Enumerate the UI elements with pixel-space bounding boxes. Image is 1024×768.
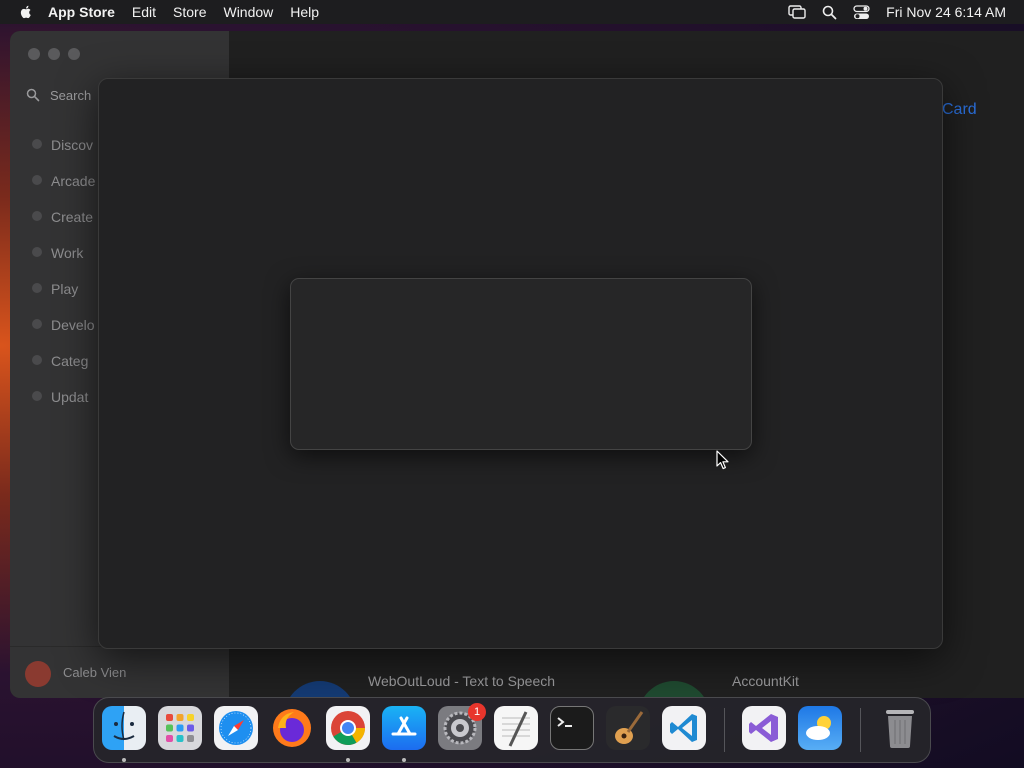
textedit-icon [502,711,530,747]
running-indicator [402,758,406,762]
chrome-icon [331,711,365,745]
trash-icon [886,710,914,748]
dock-safari[interactable] [214,706,258,750]
notification-badge: 1 [468,703,486,721]
dock-textedit[interactable] [494,706,538,750]
play-icon [32,283,42,293]
menu-clock[interactable]: Fri Nov 24 6:14 AM [886,4,1006,20]
loading-dialog [290,278,752,450]
launchpad-icon [166,714,194,742]
account-name: Caleb Vien [63,665,127,680]
weather-icon [806,716,831,740]
search-placeholder: Search [50,87,92,103]
dock [93,697,931,763]
app-icon-webout-loud[interactable] [284,681,356,698]
apple-logo-icon[interactable] [18,4,34,20]
control-center-icon[interactable] [853,4,870,20]
screen-mirroring-icon[interactable] [788,5,806,19]
avatar [25,661,51,687]
spotlight-search-icon[interactable] [822,5,837,20]
dock-separator [860,708,861,752]
dock-garageband[interactable] [606,706,650,750]
sidebar-item-develop[interactable]: Develo [51,317,95,333]
sidebar-item-updates[interactable]: Updat [51,389,88,405]
mouse-cursor-icon [716,450,729,470]
sidebar-item-discover[interactable]: Discov [51,137,93,153]
dock-chrome[interactable] [326,706,370,750]
terminal-icon [557,717,572,727]
sidebar-item-categories[interactable]: Categ [51,353,88,369]
menu-edit[interactable]: Edit [132,4,156,20]
visual-studio-icon [749,714,778,742]
app-icon-accountkit[interactable] [638,681,710,698]
account-button[interactable]: Caleb Vien [10,646,229,698]
sidebar-item-arcade[interactable]: Arcade [51,173,95,189]
dock-weather[interactable] [798,706,842,750]
dock-app-store[interactable] [382,706,426,750]
menu-app-name[interactable]: App Store [48,4,115,20]
zoom-window-button[interactable] [68,48,80,60]
garageband-icon [615,711,644,744]
minimize-window-button[interactable] [48,48,60,60]
dock-firefox[interactable] [270,706,314,750]
app-store-icon [391,716,417,736]
search-icon [26,88,40,102]
sidebar-item-play[interactable]: Play [51,281,78,297]
running-indicator [346,758,350,762]
dock-separator [724,708,725,752]
vscode-icon [670,714,697,742]
updates-icon [32,391,42,401]
app-title-accountkit[interactable]: AccountKit [732,673,799,689]
search-field[interactable]: Search [26,86,91,104]
app-title-webout-loud[interactable]: WebOutLoud - Text to Speech [368,673,555,689]
sidebar-item-create[interactable]: Create [51,209,93,225]
close-window-button[interactable] [28,48,40,60]
dock-terminal[interactable] [550,706,594,750]
menu-store[interactable]: Store [173,4,206,20]
gift-card-link[interactable]: Card [942,101,977,119]
work-icon [32,247,42,257]
window-controls [28,48,88,60]
menu-help[interactable]: Help [290,4,319,20]
create-icon [32,211,42,221]
safari-icon [219,711,253,745]
dock-launchpad[interactable] [158,706,202,750]
discover-icon [32,139,42,149]
dock-vscode[interactable] [662,706,706,750]
dock-finder[interactable] [102,706,146,750]
dock-visual-studio[interactable] [742,706,786,750]
sidebar-item-work[interactable]: Work [51,245,83,261]
firefox-icon [273,709,311,747]
categories-icon [32,355,42,365]
menu-bar: App Store Edit Store Window Help Fri Nov… [0,0,1024,24]
finder-icon [113,711,135,741]
running-indicator [122,758,126,762]
menu-window[interactable]: Window [223,4,273,20]
dock-trash[interactable] [878,706,922,750]
arcade-icon [32,175,42,185]
develop-icon [32,319,42,329]
